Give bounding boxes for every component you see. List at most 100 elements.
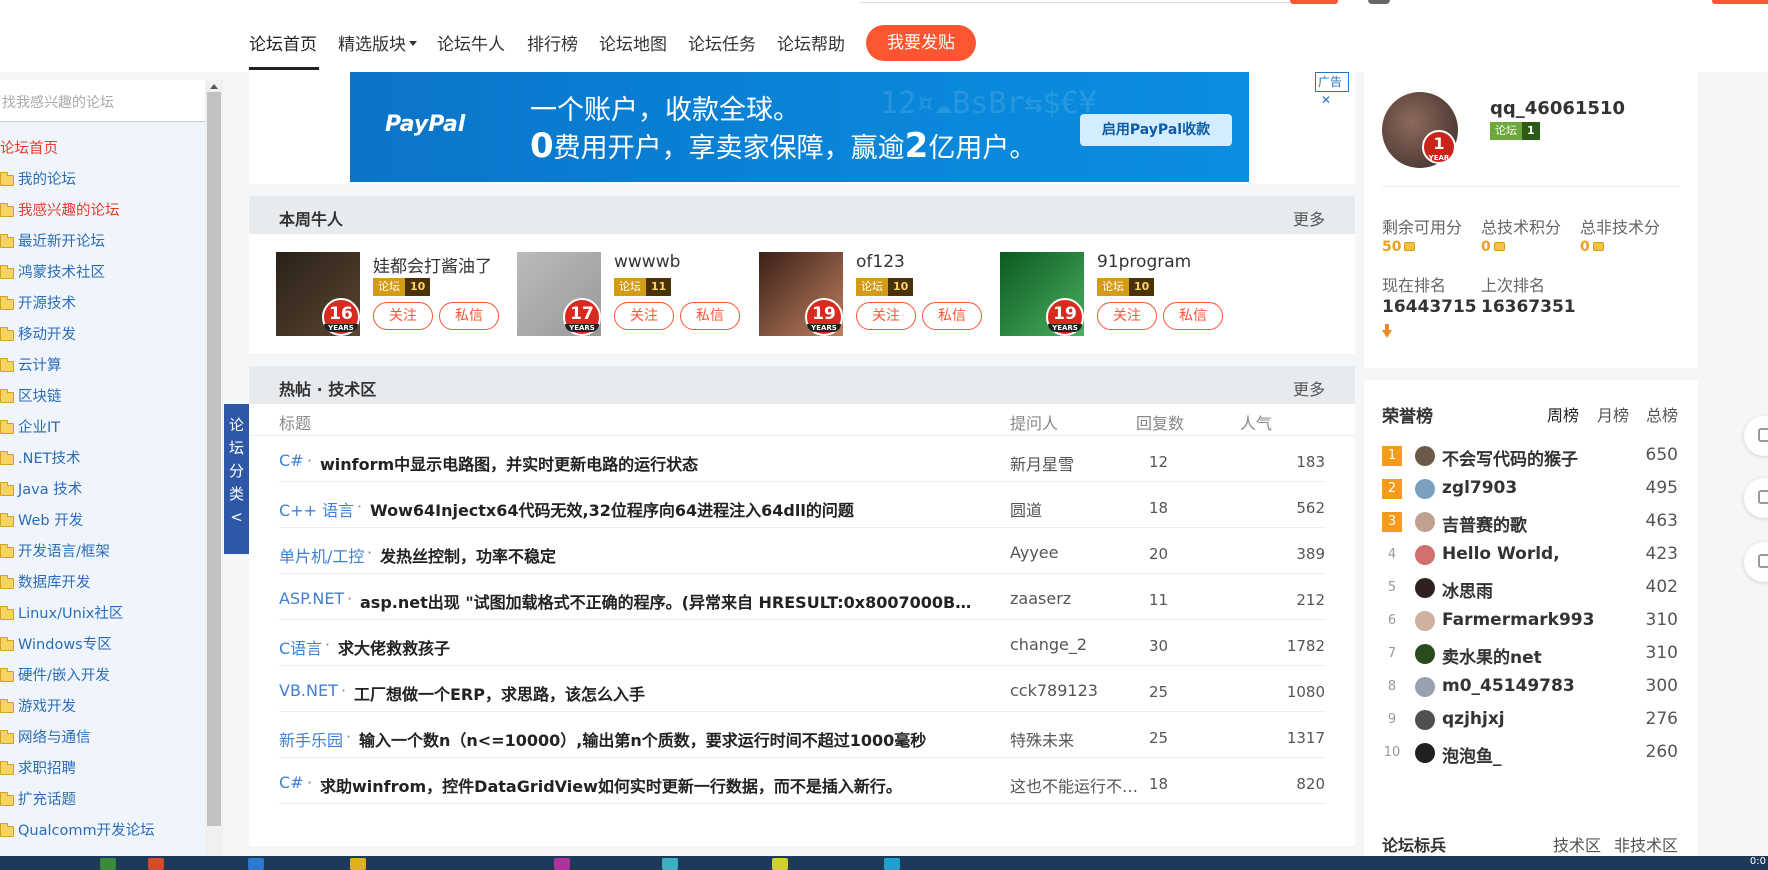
nav-forum-map[interactable]: 论坛地图: [599, 30, 667, 55]
paypal-ad-banner[interactable]: 12¤☁BsBr⇆$€¥ PayPal 一个账户，收款全球。 0费用开户，享卖家…: [350, 72, 1249, 182]
message-button[interactable]: 私信: [922, 302, 982, 330]
username-link[interactable]: wwwwb: [614, 252, 680, 272]
sidebar-item[interactable]: 我的论坛: [0, 165, 205, 196]
nav-forum-tasks[interactable]: 论坛任务: [688, 30, 756, 55]
avatar[interactable]: [1368, 0, 1390, 4]
sidebar-item[interactable]: Qualcomm开发论坛: [0, 816, 205, 847]
honor-username[interactable]: m0_45149783: [1442, 676, 1575, 696]
sidebar-item[interactable]: Windows专区: [0, 630, 205, 661]
avatar[interactable]: [1415, 677, 1435, 697]
sidebar-search-input[interactable]: 找我感兴趣的论坛: [0, 80, 205, 122]
ad-tag[interactable]: 广告 ✕: [1315, 72, 1349, 107]
post-author[interactable]: zaaserz: [1010, 589, 1145, 608]
post-author[interactable]: change_2: [1010, 635, 1145, 654]
sidebar-item[interactable]: 我感兴趣的论坛: [0, 196, 205, 227]
sidebar-item[interactable]: 开源技术: [0, 289, 205, 320]
scrollbar-thumb[interactable]: [207, 92, 221, 826]
list-item[interactable]: 4 Hello World, 423: [1382, 539, 1678, 572]
username-link[interactable]: 娃都会打酱油了: [373, 252, 492, 277]
tab-nontech-area[interactable]: 非技术区: [1614, 832, 1678, 856]
list-item[interactable]: 7 卖水果的net 310: [1382, 638, 1678, 671]
post-title-link[interactable]: winform中显示电路图，并实时更新电路的运行状态: [320, 451, 698, 475]
ad-cta-button[interactable]: 启用PayPal收款: [1080, 114, 1232, 146]
list-item[interactable]: 8 m0_45149783 300: [1382, 671, 1678, 704]
follow-button[interactable]: 关注: [614, 302, 674, 330]
hot-more-link[interactable]: 更多: [1293, 376, 1325, 400]
post-category-link[interactable]: C#: [279, 451, 304, 470]
post-category-link[interactable]: 单片机/工控: [279, 543, 364, 567]
sidebar-item[interactable]: 区块链: [0, 382, 205, 413]
sidebar-item[interactable]: Java 技术: [0, 475, 205, 506]
list-item[interactable]: 2 zgl7903 495: [1382, 473, 1678, 506]
list-item[interactable]: 9 qzjhjxj 276: [1382, 704, 1678, 737]
scroll-up-icon[interactable]: [210, 84, 218, 89]
search-button[interactable]: [1290, 0, 1338, 4]
sidebar-item[interactable]: Web 开发: [0, 506, 205, 537]
table-row[interactable]: C# winform中显示电路图，并实时更新电路的运行状态 新月星雪 12 183 ·: [279, 436, 1325, 482]
post-category-link[interactable]: C++ 语言: [279, 497, 354, 521]
start-icon[interactable]: [100, 858, 116, 870]
honor-username[interactable]: Farmermark993: [1442, 610, 1594, 630]
honor-username[interactable]: 冰思雨: [1442, 577, 1493, 602]
table-row[interactable]: C++ 语言 Wow64Injectx64代码无效,32位程序向64进程注入64d…: [279, 482, 1325, 528]
tab-tech-area[interactable]: 技术区: [1553, 832, 1601, 856]
list-item[interactable]: 3 吉普赛的歌 463: [1382, 506, 1678, 539]
app-icon[interactable]: [884, 858, 900, 870]
follow-button[interactable]: 关注: [1097, 302, 1157, 330]
sidebar-item[interactable]: 云计算: [0, 351, 205, 382]
list-item[interactable]: 10 泡泡鱼_ 260: [1382, 737, 1678, 770]
table-row[interactable]: C# 求助winfrom，控件DataGridView如何实时更新一行数据，而不是…: [279, 758, 1325, 804]
app-icon[interactable]: [662, 858, 678, 870]
post-author[interactable]: cck789123: [1010, 681, 1145, 700]
avatar[interactable]: [1415, 710, 1435, 730]
message-button[interactable]: 私信: [1163, 302, 1223, 330]
avatar[interactable]: [1415, 479, 1435, 499]
sidebar-item[interactable]: 移动开发: [0, 320, 205, 351]
honor-username[interactable]: zgl7903: [1442, 478, 1517, 498]
post-category-link[interactable]: C语言: [279, 635, 322, 659]
nav-ranking[interactable]: 排行榜: [527, 30, 578, 55]
browser-icon[interactable]: [148, 858, 164, 870]
nav-forum-home[interactable]: 论坛首页: [249, 30, 317, 55]
sidebar-item[interactable]: 鸿蒙技术社区: [0, 258, 205, 289]
post-category-link[interactable]: VB.NET: [279, 681, 338, 700]
post-author[interactable]: 新月星雪: [1010, 451, 1145, 475]
tab-weekly[interactable]: 周榜: [1547, 402, 1579, 426]
avatar[interactable]: [1415, 545, 1435, 565]
avatar[interactable]: [1415, 512, 1435, 532]
post-title-link[interactable]: asp.net出现 "试图加载格式不正确的程序。(异常来自 HRESULT:0x…: [360, 589, 971, 613]
float-top-button[interactable]: [1744, 542, 1768, 582]
sidebar-item[interactable]: 硬件/嵌入开发: [0, 661, 205, 692]
post-author[interactable]: 这也不能运行不…: [1010, 773, 1145, 797]
profile-username[interactable]: qq_46061510: [1490, 98, 1625, 119]
avatar[interactable]: [1415, 644, 1435, 664]
post-title-link[interactable]: 输入一个数n（n<=10000）,输出第n个质数，要求运行时间不超过1000毫秒: [359, 727, 926, 751]
avatar[interactable]: [1415, 611, 1435, 631]
tab-total[interactable]: 总榜: [1646, 402, 1678, 426]
avatar[interactable]: [1415, 446, 1435, 466]
weekly-more-link[interactable]: 更多: [1293, 206, 1325, 230]
sidebar-item[interactable]: 扩充话题: [0, 785, 205, 816]
app-icon[interactable]: [554, 858, 570, 870]
honor-username[interactable]: qzjhjxj: [1442, 709, 1505, 729]
tab-monthly[interactable]: 月榜: [1597, 402, 1629, 426]
sidebar-item[interactable]: 数据库开发: [0, 568, 205, 599]
list-item[interactable]: 5 冰思雨 402: [1382, 572, 1678, 605]
new-post-button[interactable]: 我要发贴: [866, 25, 976, 61]
message-button[interactable]: 私信: [680, 302, 740, 330]
post-category-link[interactable]: 新手乐园: [279, 727, 343, 751]
sidebar-item[interactable]: 求职招聘: [0, 754, 205, 785]
sidebar-item[interactable]: 开发语言/框架: [0, 537, 205, 568]
search-input[interactable]: [860, 0, 1290, 3]
post-category-link[interactable]: ASP.NET: [279, 589, 344, 608]
username-link[interactable]: 91program: [1097, 252, 1191, 272]
sidebar-item[interactable]: 网络与通信: [0, 723, 205, 754]
table-row[interactable]: ASP.NET asp.net出现 "试图加载格式不正确的程序。(异常来自 HRE…: [279, 574, 1325, 620]
app-icon[interactable]: [248, 858, 264, 870]
app-icon[interactable]: [772, 858, 788, 870]
table-row[interactable]: 新手乐园 输入一个数n（n<=10000）,输出第n个质数，要求运行时间不超过10…: [279, 712, 1325, 758]
post-author[interactable]: 圆道: [1010, 497, 1145, 521]
post-title-link[interactable]: Wow64Injectx64代码无效,32位程序向64进程注入64dll的问题: [370, 497, 854, 521]
nav-featured-sections[interactable]: 精选版块: [338, 30, 417, 55]
honor-username[interactable]: Hello World,: [1442, 544, 1560, 564]
